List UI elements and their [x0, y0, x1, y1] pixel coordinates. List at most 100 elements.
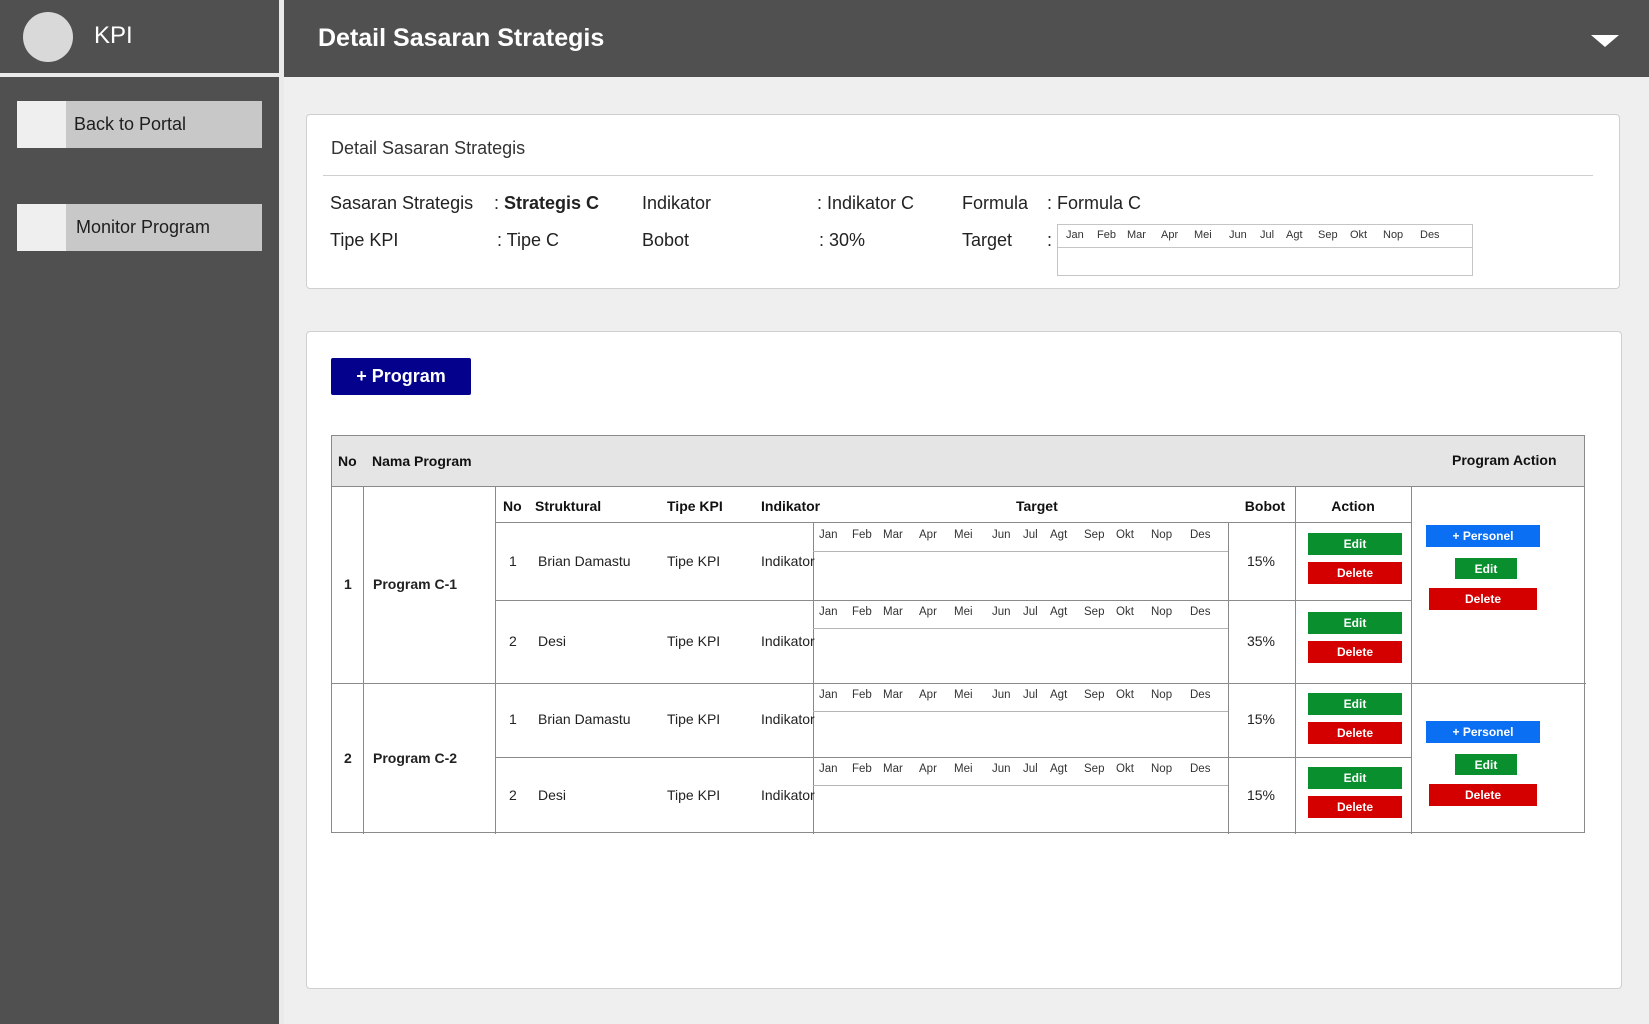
add-personel-button[interactable]: + Personel — [1426, 721, 1540, 743]
month-divider — [813, 551, 1228, 552]
program-edit-button[interactable]: Edit — [1455, 558, 1517, 579]
row-delete-button[interactable]: Delete — [1308, 562, 1402, 584]
col-nama-program: Nama Program — [372, 453, 472, 469]
indikator-label: Indikator — [642, 193, 712, 213]
row-delete-button[interactable]: Delete — [1308, 722, 1402, 744]
month-label: Jul — [1023, 606, 1038, 618]
sidebar-item-monitor-program[interactable]: Monitor Program — [17, 204, 262, 251]
row-edit-button[interactable]: Edit — [1308, 612, 1402, 634]
table-row: 1 Brian Damastu Tipe KPI Indikator Jan Feb Mar… — [495, 683, 1411, 757]
month-label: Mei — [954, 529, 973, 541]
bobot-label: Bobot — [642, 230, 690, 250]
month-label: Apr — [919, 689, 937, 701]
page-title: Detail Sasaran Strategis — [318, 24, 605, 52]
month-divider — [813, 785, 1228, 786]
row-no: 2 — [509, 632, 517, 649]
row-delete-button[interactable]: Delete — [1308, 641, 1402, 663]
back-to-portal-icon — [17, 101, 66, 148]
program-name: Program C-1 — [373, 576, 458, 592]
add-personel-button[interactable]: + Personel — [1426, 525, 1540, 547]
month-label: Mar — [883, 689, 903, 701]
row-no: 1 — [509, 552, 517, 569]
month-divider — [813, 628, 1228, 629]
month-label: Apr — [919, 529, 937, 541]
row-edit-button[interactable]: Edit — [1308, 767, 1402, 789]
month-label: Mei — [954, 763, 973, 775]
month-label: Apr — [919, 606, 937, 618]
chevron-down-icon[interactable] — [1591, 35, 1619, 47]
month-label: Nop — [1151, 763, 1173, 775]
monitor-program-icon — [17, 204, 66, 251]
program-actions: + Personel Edit Delete — [1411, 487, 1586, 683]
month-label: Jul — [1023, 689, 1038, 701]
month-label: Nop — [1151, 529, 1173, 541]
sidebar-item-label: Monitor Program — [76, 217, 211, 237]
row-bobot: 15% — [1246, 711, 1276, 727]
table-header: No Nama Program Program Action — [332, 436, 1584, 487]
row-indikator: Indikator — [761, 632, 815, 649]
col-divider — [363, 487, 364, 834]
month-label: Jan — [1066, 229, 1084, 241]
sidebar-divider — [279, 0, 284, 1024]
top-header: Detail Sasaran Strategis — [284, 0, 1649, 77]
month-label: Mei — [954, 689, 973, 701]
row-no: 2 — [509, 786, 517, 803]
month-label: Sep — [1084, 689, 1105, 701]
indikator-value: : Indikator C — [817, 193, 915, 213]
month-label: Sep — [1084, 763, 1105, 775]
row-edit-button[interactable]: Edit — [1308, 533, 1402, 555]
month-label: Sep — [1318, 229, 1338, 241]
program-delete-button[interactable]: Delete — [1429, 784, 1537, 806]
sasaran-value: Strategis C — [504, 193, 600, 213]
month-label: Apr — [1161, 229, 1179, 241]
target-month-strip: Jan Feb Mar Apr Mei Jun Jul Agt Sep Okt Nop Des — [813, 523, 1228, 600]
month-label: Mar — [883, 606, 903, 618]
month-label: Okt — [1116, 529, 1134, 541]
bobot-value: : 30% — [819, 230, 866, 250]
month-label: Des — [1190, 529, 1211, 541]
month-label: Jan — [819, 763, 838, 775]
subcol-indikator: Indikator — [761, 498, 821, 514]
month-label: Agt — [1050, 689, 1068, 701]
month-label: Jan — [819, 529, 838, 541]
month-label: Jun — [992, 763, 1011, 775]
month-label: Mei — [954, 606, 973, 618]
row-no: 1 — [509, 711, 517, 727]
table-row: 2 Desi Tipe KPI Indikator Jan Feb Mar Apr Mei Jun… — [495, 600, 1411, 683]
row-edit-button[interactable]: Edit — [1308, 693, 1402, 715]
add-program-button[interactable]: + Program — [331, 358, 471, 395]
program-no: 1 — [344, 576, 352, 592]
row-struktural: Brian Damastu — [538, 711, 631, 727]
col-no: No — [338, 453, 357, 469]
sasaran-label: Sasaran Strategis — [330, 193, 474, 213]
subcol-tipe-kpi: Tipe KPI — [667, 498, 723, 514]
row-struktural: Brian Damastu — [538, 552, 631, 569]
month-label: Des — [1190, 689, 1211, 701]
month-label: Agt — [1050, 763, 1068, 775]
month-label: Mei — [1194, 229, 1212, 241]
detail-card: Detail Sasaran Strategis Sasaran Strateg… — [306, 114, 1620, 289]
month-label: Apr — [919, 763, 937, 775]
program-edit-button[interactable]: Edit — [1455, 754, 1517, 775]
program-delete-button[interactable]: Delete — [1429, 588, 1537, 610]
month-header-row: Jan Feb Mar Apr Mei Jun Jul Agt Sep Okt Nop Des — [1058, 225, 1472, 248]
table-row: 1 Brian Damastu Tipe KPI Indikator Jan Feb Mar… — [495, 523, 1411, 600]
month-divider — [813, 711, 1228, 712]
month-label: Okt — [1350, 229, 1368, 241]
sasaran-colon: : — [494, 193, 500, 213]
month-label: Des — [1420, 229, 1440, 241]
row-struktural: Desi — [538, 786, 567, 803]
program-card: + Program No Nama Program Program Action… — [306, 331, 1622, 989]
program-actions: + Personel Edit Delete — [1411, 683, 1586, 834]
row-tipe-kpi: Tipe KPI — [667, 552, 721, 569]
brand-bar: KPI — [0, 0, 279, 77]
month-label: Okt — [1116, 606, 1134, 618]
sidebar-item-back-to-portal[interactable]: Back to Portal — [17, 101, 262, 148]
formula-value: : Formula C — [1047, 193, 1142, 213]
month-label: Jul — [1260, 229, 1275, 241]
target-month-grid: Jan Feb Mar Apr Mei Jun Jul Agt Sep Okt Nop Des — [1057, 224, 1473, 276]
avatar[interactable] — [23, 12, 73, 62]
row-delete-button[interactable]: Delete — [1308, 796, 1402, 818]
month-label: Mar — [883, 763, 903, 775]
program-name: Program C-2 — [373, 749, 458, 766]
